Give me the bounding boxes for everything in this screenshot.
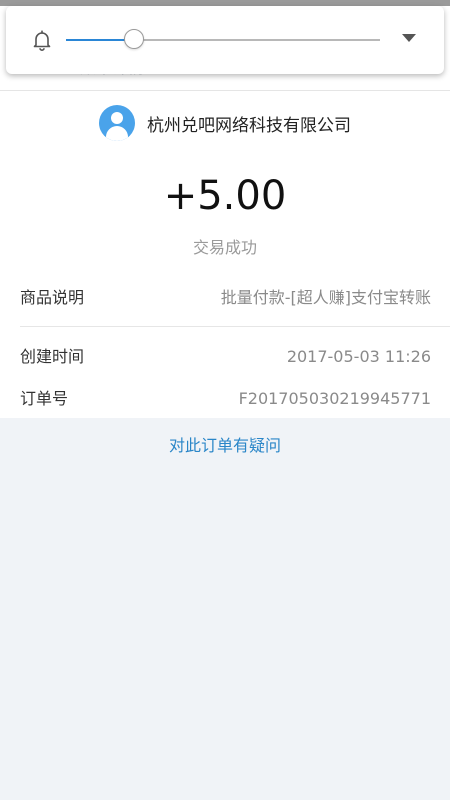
merchant-name: 杭州兑吧网络科技有限公司	[147, 115, 351, 136]
bell-icon[interactable]	[30, 28, 54, 52]
product-description-row: 商品说明 批量付款-[超人赚]支付宝转账	[0, 286, 450, 310]
divider	[20, 326, 450, 327]
bill-detail-page: 账单详情 杭州兑吧网络科技有限公司 +5.00 交易成功 商品说明	[0, 0, 450, 800]
volume-panel	[6, 6, 444, 74]
volume-slider-thumb[interactable]	[124, 29, 145, 49]
transaction-amount: +5.00	[163, 173, 287, 219]
created-time-value: 2017-05-03 11:26	[286, 347, 431, 366]
order-number-value: F201705030219945771	[238, 389, 431, 408]
order-number-label: 订单号	[20, 389, 69, 408]
product-description-value: 批量付款-[超人赚]支付宝转账	[220, 288, 431, 307]
user-avatar-icon	[99, 105, 135, 141]
order-number-row: 订单号 F201705030219945771	[0, 387, 450, 411]
product-description-label: 商品说明	[20, 288, 85, 307]
created-time-label: 创建时间	[20, 347, 85, 366]
volume-slider[interactable]	[66, 29, 380, 49]
order-question-link[interactable]: 对此订单有疑问	[0, 432, 450, 456]
dropdown-arrow-icon[interactable]	[402, 34, 416, 42]
merchant-row: 杭州兑吧网络科技有限公司	[0, 105, 450, 141]
created-time-row: 创建时间 2017-05-03 11:26	[0, 345, 450, 369]
transaction-status: 交易成功	[192, 238, 257, 257]
transaction-card: 杭州兑吧网络科技有限公司 +5.00 交易成功 商品说明 批量付款-[超人赚]支…	[0, 91, 450, 418]
